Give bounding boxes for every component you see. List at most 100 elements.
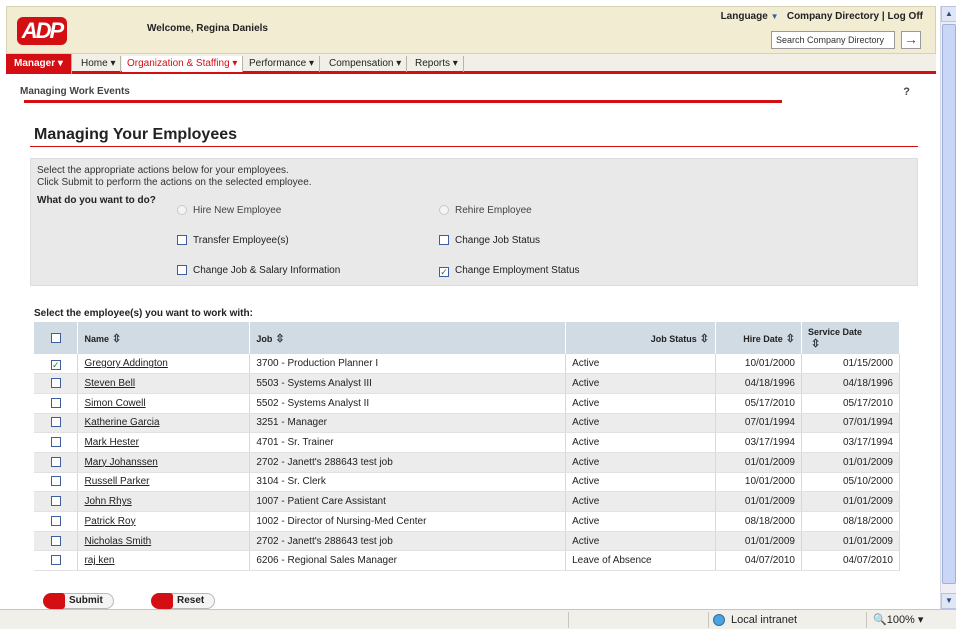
column-header-job[interactable]: Job ⇳ — [249, 322, 567, 354]
status-cell — [568, 612, 708, 628]
column-header-name[interactable]: Name ⇳ — [77, 322, 251, 354]
language-menu[interactable]: Language ▼ — [721, 11, 779, 22]
search-input[interactable]: Search Company Directory — [771, 31, 895, 49]
employee-table: Name ⇳ Job ⇳ Job Status ⇳ Hire Date ⇳ Servic… — [34, 322, 901, 572]
service-date-cell: 03/17/1994 — [801, 432, 901, 453]
service-date-cell: 05/17/2010 — [801, 393, 901, 414]
help-icon[interactable]: ? — [903, 86, 910, 98]
header-bar: ADP Welcome, Regina Daniels Language ▼ C… — [6, 6, 936, 54]
radio-icon — [177, 205, 187, 215]
job-cell: 3251 - Manager — [249, 413, 567, 434]
row-checkbox[interactable] — [50, 476, 61, 487]
nav-performance[interactable]: Performance ▾ — [244, 56, 321, 72]
row-checkbox[interactable]: ✓ — [50, 359, 61, 370]
table-row[interactable]: John Rhys 1007 - Patient Care Assistant Ac… — [34, 491, 901, 512]
column-header-job-status[interactable]: Job Status ⇳ — [565, 322, 717, 354]
submit-button[interactable]: Submit — [43, 593, 114, 609]
employee-name-link[interactable]: raj ken — [84, 555, 114, 566]
vertical-scrollbar[interactable]: ▲ ▼ — [940, 6, 956, 609]
employee-name-cell: John Rhys — [77, 491, 251, 512]
table-row[interactable]: Katherine Garcia 3251 - Manager Active 07/0… — [34, 413, 901, 434]
row-checkbox[interactable] — [50, 397, 61, 408]
top-links: Language ▼ Company Directory | Log Off — [720, 11, 923, 22]
nav-home[interactable]: Home ▾ — [76, 56, 122, 72]
change-employment-status-checkbox[interactable]: ✓ Change Employment Status — [439, 265, 580, 277]
row-checkbox[interactable] — [50, 515, 61, 526]
sort-icon[interactable]: ⇳ — [112, 333, 121, 345]
hire-date-cell: 07/01/1994 — [715, 413, 802, 434]
employee-name-link[interactable]: Nicholas Smith — [84, 536, 151, 547]
employee-name-link[interactable]: Mary Johanssen — [84, 457, 157, 468]
employee-name-link[interactable]: Simon Cowell — [84, 398, 145, 409]
option-label: Change Job & Salary Information — [193, 265, 341, 276]
scroll-up-icon[interactable]: ▲ — [941, 6, 956, 22]
employee-name-link[interactable]: Gregory Addington — [84, 358, 167, 369]
table-row[interactable]: Simon Cowell 5502 - Systems Analyst II Act… — [34, 393, 901, 414]
transfer-employee-checkbox[interactable]: Transfer Employee(s) — [177, 235, 289, 246]
service-date-cell: 07/01/1994 — [801, 413, 901, 434]
page-title: Managing Your Employees — [34, 126, 238, 143]
nav-compensation[interactable]: Compensation ▾ — [324, 56, 408, 72]
zoom-control[interactable]: 🔍100% ▾ — [866, 612, 956, 628]
change-job-salary-checkbox[interactable]: Change Job & Salary Information — [177, 265, 340, 276]
row-checkbox[interactable] — [50, 437, 61, 448]
radio-icon — [439, 205, 449, 215]
job-cell: 1007 - Patient Care Assistant — [249, 491, 567, 512]
row-checkbox[interactable] — [50, 456, 61, 467]
employee-name-link[interactable]: Patrick Roy — [84, 516, 135, 527]
employee-name-link[interactable]: Russell Parker — [84, 476, 149, 487]
instruction-line-1: Select the appropriate actions below for… — [37, 165, 289, 176]
row-checkbox[interactable] — [50, 535, 61, 546]
table-row[interactable]: raj ken 6206 - Regional Sales Manager Leav… — [34, 550, 901, 572]
company-directory-link[interactable]: Company Directory — [787, 11, 879, 22]
row-checkbox[interactable] — [50, 378, 61, 389]
service-date-cell: 01/01/2009 — [801, 531, 901, 552]
service-date-cell: 08/18/2000 — [801, 511, 901, 532]
hire-date-cell: 04/18/1996 — [715, 373, 802, 394]
table-row[interactable]: ✓ Gregory Addington 3700 - Production Plan… — [34, 354, 901, 375]
search-go-button[interactable]: → — [901, 31, 921, 49]
column-header-hire-date[interactable]: Hire Date ⇳ — [715, 322, 802, 354]
sort-icon[interactable]: ⇳ — [275, 333, 284, 345]
table-row[interactable]: Russell Parker 3104 - Sr. Clerk Active 10/0… — [34, 472, 901, 493]
scroll-thumb[interactable] — [942, 24, 956, 584]
row-checkbox[interactable] — [50, 555, 61, 566]
employee-name-link[interactable]: John Rhys — [84, 496, 131, 507]
job-cell: 2702 - Janett's 288643 test job — [249, 452, 567, 473]
select-all-checkbox[interactable] — [50, 333, 61, 343]
row-checkbox[interactable] — [50, 496, 61, 507]
manager-menu[interactable]: Manager ▾ — [6, 54, 72, 74]
table-row[interactable]: Mary Johanssen 2702 - Janett's 288643 tes… — [34, 452, 901, 473]
hire-new-employee-option[interactable]: Hire New Employee — [177, 205, 281, 216]
employee-name-link[interactable]: Steven Bell — [84, 378, 135, 389]
employee-name-link[interactable]: Katherine Garcia — [84, 417, 159, 428]
nav-reports[interactable]: Reports ▾ — [410, 56, 464, 72]
job-status-cell: Active — [565, 491, 717, 512]
service-date-cell: 04/18/1996 — [801, 373, 901, 394]
job-cell: 5503 - Systems Analyst III — [249, 373, 567, 394]
rehire-employee-option[interactable]: Rehire Employee — [439, 205, 532, 216]
row-checkbox[interactable] — [50, 417, 61, 428]
log-off-link[interactable]: Log Off — [887, 11, 923, 22]
employee-name-cell: Patrick Roy — [77, 511, 251, 532]
sort-icon[interactable]: ⇳ — [811, 338, 820, 350]
scroll-down-icon[interactable]: ▼ — [941, 593, 956, 609]
table-row[interactable]: Steven Bell 5503 - Systems Analyst III Act… — [34, 373, 901, 394]
sort-icon[interactable]: ⇳ — [700, 333, 709, 345]
instructions: Select the appropriate actions below for… — [37, 165, 312, 189]
change-job-status-checkbox[interactable]: Change Job Status — [439, 235, 540, 246]
table-row[interactable]: Nicholas Smith 2702 - Janett's 288643 tes… — [34, 531, 901, 552]
sort-icon[interactable]: ⇳ — [786, 333, 795, 345]
nav-organization-staffing[interactable]: Organization & Staffing ▾ — [122, 56, 244, 72]
column-header-service-date[interactable]: Service Date ⇳ — [801, 322, 901, 354]
employee-name-cell: Katherine Garcia — [77, 413, 251, 434]
employee-name-link[interactable]: Mark Hester — [84, 437, 138, 448]
status-bar: Local intranet 🔍100% ▾ — [0, 609, 956, 629]
service-date-cell: 01/01/2009 — [801, 452, 901, 473]
arrow-right-icon: → — [904, 31, 918, 47]
row-select-cell — [34, 472, 79, 493]
reset-button[interactable]: Reset — [151, 593, 216, 609]
table-row[interactable]: Patrick Roy 1002 - Director of Nursing-Me… — [34, 511, 901, 532]
table-label: Select the employee(s) you want to work … — [34, 308, 253, 319]
table-row[interactable]: Mark Hester 4701 - Sr. Trainer Active 03/17… — [34, 432, 901, 453]
